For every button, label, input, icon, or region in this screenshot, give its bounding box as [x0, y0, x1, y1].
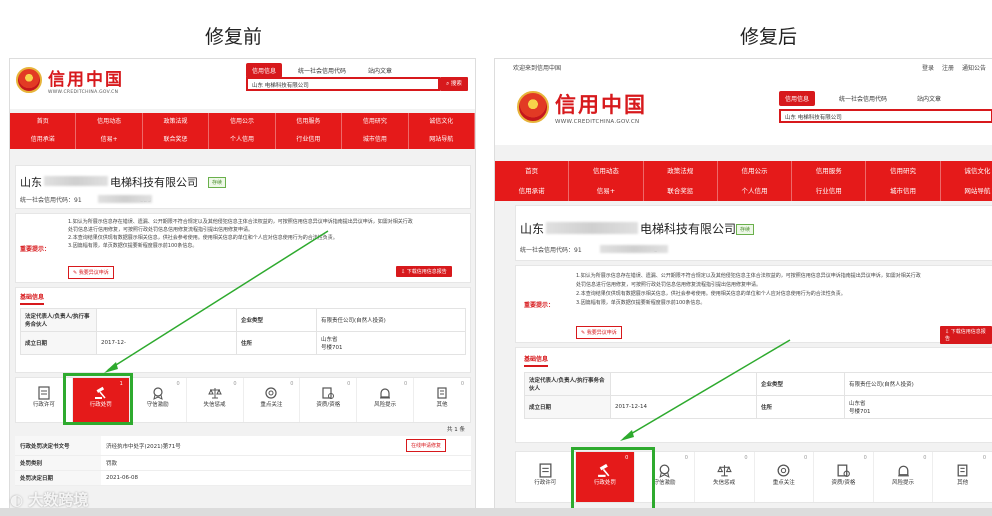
watermark: ◐ 大数跨境 — [10, 491, 89, 509]
annotation-arrows — [104, 230, 791, 441]
arrow-after — [623, 339, 791, 439]
comparison-screenshot: 修复前 修复后 信用中国 WWW.CREDITCHINA.GOV.CN 信用信息… — [0, 0, 992, 516]
arrow-after-head — [620, 430, 634, 441]
arrow-before-head — [104, 362, 118, 373]
arrow-before — [107, 230, 329, 371]
watermark-logo-icon: ◐ — [10, 491, 24, 509]
bottom-scroll-strip — [0, 508, 992, 516]
